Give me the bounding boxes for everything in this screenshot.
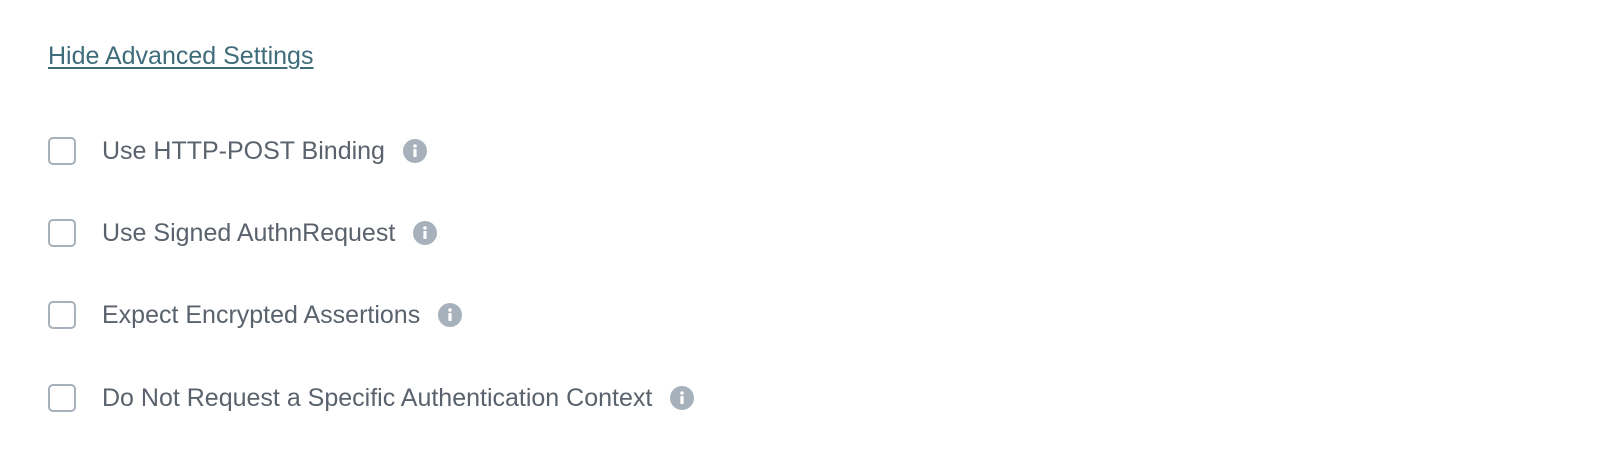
signed-authnrequest-label[interactable]: Use Signed AuthnRequest — [102, 215, 395, 251]
option-row-no-auth-context: Do Not Request a Specific Authentication… — [48, 380, 695, 416]
info-icon[interactable] — [438, 303, 463, 327]
info-icon[interactable] — [413, 221, 438, 245]
info-icon[interactable] — [670, 386, 695, 410]
advanced-settings-panel: Hide Advanced Settings Use HTTP-POST Bin… — [0, 0, 1598, 476]
no-auth-context-checkbox[interactable] — [48, 384, 76, 412]
http-post-binding-checkbox[interactable] — [48, 137, 76, 165]
option-row-http-post-binding: Use HTTP-POST Binding — [48, 133, 427, 169]
hide-advanced-settings-link[interactable]: Hide Advanced Settings — [48, 38, 313, 74]
option-row-signed-authnrequest: Use Signed AuthnRequest — [48, 215, 438, 251]
option-row-encrypted-assertions: Expect Encrypted Assertions — [48, 297, 463, 333]
info-icon[interactable] — [402, 139, 427, 163]
encrypted-assertions-checkbox[interactable] — [48, 301, 76, 329]
signed-authnrequest-checkbox[interactable] — [48, 219, 76, 247]
no-auth-context-label[interactable]: Do Not Request a Specific Authentication… — [102, 380, 652, 416]
encrypted-assertions-label[interactable]: Expect Encrypted Assertions — [102, 297, 420, 333]
http-post-binding-label[interactable]: Use HTTP-POST Binding — [102, 133, 385, 169]
